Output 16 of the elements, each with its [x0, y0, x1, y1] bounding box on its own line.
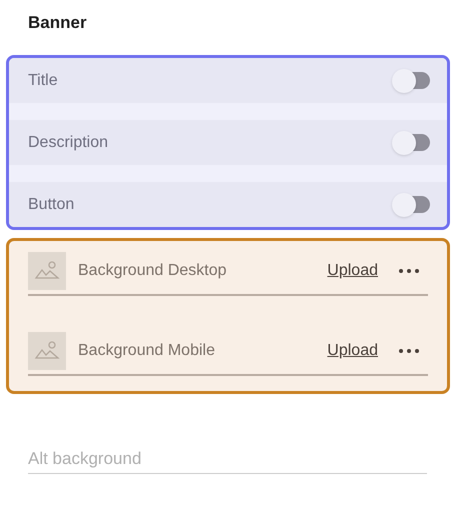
toggle-switch[interactable] — [392, 192, 430, 216]
toggle-label: Description — [28, 132, 108, 152]
upload-label: Background Mobile — [78, 341, 216, 361]
upload-label: Background Desktop — [78, 261, 228, 281]
alt-background-field[interactable]: Alt background — [28, 444, 427, 474]
upload-link[interactable]: Upload — [327, 259, 378, 283]
section-heading: Banner — [28, 12, 88, 34]
image-icon — [28, 332, 66, 370]
toggle-label: Title — [28, 70, 58, 90]
toggle-switch[interactable] — [392, 130, 430, 154]
toggle-label: Button — [28, 194, 74, 214]
more-icon[interactable] — [398, 268, 420, 274]
more-icon[interactable] — [398, 348, 420, 354]
upload-link[interactable]: Upload — [327, 339, 378, 363]
image-icon — [28, 252, 66, 290]
toggle-switch[interactable] — [392, 68, 430, 92]
